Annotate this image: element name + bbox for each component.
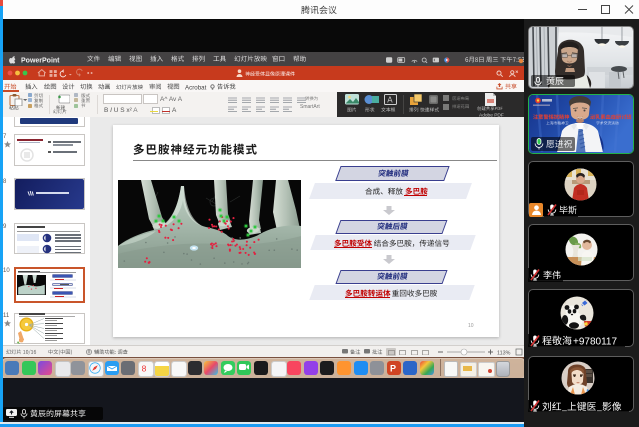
svg-text:PowerPoint: PowerPoint — [21, 57, 60, 64]
svg-text:8: 8 — [141, 364, 146, 374]
svg-text:P: P — [390, 364, 396, 374]
svg-text:B I U S x² A: B I U S x² A — [104, 107, 138, 114]
svg-text:9: 9 — [3, 224, 7, 229]
svg-text:Acrobat: Acrobat — [185, 85, 207, 92]
svg-text:_: _ — [597, 402, 602, 412]
svg-text:_: _ — [562, 402, 567, 412]
svg-text:7: 7 — [3, 134, 7, 139]
svg-text:10: 10 — [3, 268, 10, 273]
svg-text:113%: 113% — [497, 351, 511, 357]
svg-text:A^ Av A: A^ Av A — [160, 96, 183, 103]
svg-text:11: 11 — [3, 313, 10, 318]
svg-text:10: 10 — [468, 323, 474, 328]
svg-text:A: A — [387, 96, 393, 105]
svg-text:SmartArt: SmartArt — [300, 104, 320, 110]
svg-text:A: A — [172, 107, 177, 114]
svg-text:+9780117: +9780117 — [573, 337, 617, 347]
svg-text:8: 8 — [3, 179, 7, 184]
